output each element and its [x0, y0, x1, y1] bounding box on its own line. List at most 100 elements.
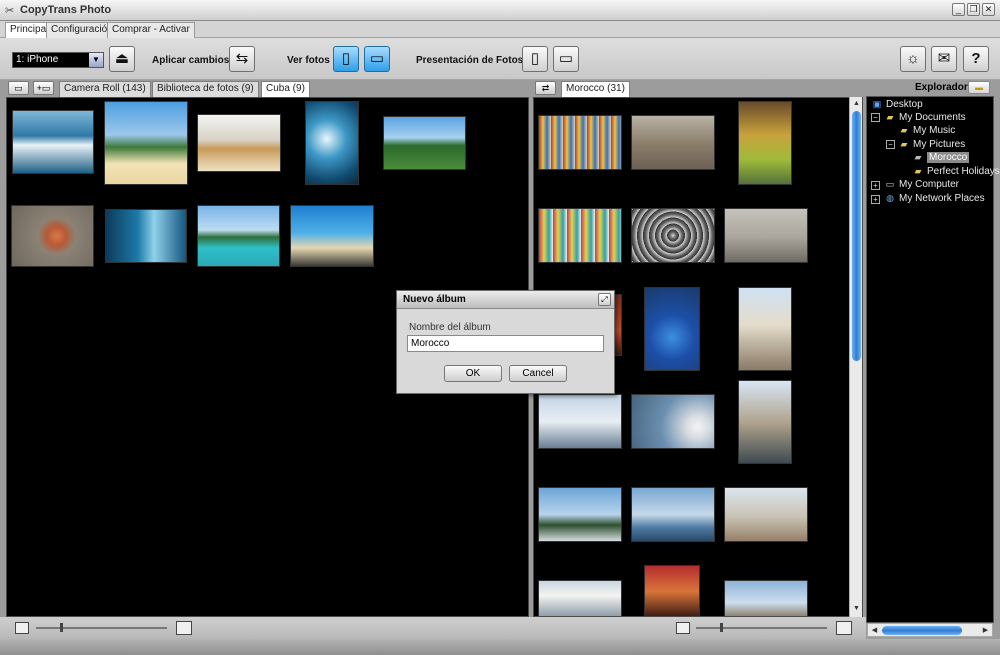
slideshow-pc-button[interactable]: ▭ — [553, 46, 579, 72]
photo-thumbnail[interactable] — [538, 208, 622, 263]
photo-thumbnail[interactable] — [11, 205, 94, 267]
photo-thumbnail[interactable] — [644, 287, 700, 371]
ipod-icon: ▯ — [530, 50, 540, 67]
app-icon: ✂ — [5, 5, 15, 17]
new-album-button[interactable]: +▭ — [33, 81, 54, 95]
photo-thumbnail[interactable] — [305, 101, 359, 185]
window-title: CopyTrans Photo — [20, 4, 112, 16]
tree-item-morocco[interactable]: ▰ Morocco — [912, 151, 970, 164]
transfer-direction-button[interactable]: ⇄ — [535, 81, 556, 95]
tab-comprar-activar[interactable]: Comprar - Activar — [107, 22, 195, 38]
photo-thumbnail[interactable] — [197, 205, 280, 267]
ipod-icon: ▯ — [341, 50, 351, 67]
apply-changes-button[interactable]: ⇆ — [229, 46, 255, 72]
tab-cuba[interactable]: Cuba (9) — [261, 81, 310, 97]
tree-item-perfect-holidays[interactable]: ▰ Perfect Holidays — [912, 165, 1000, 178]
photo-thumbnail[interactable] — [631, 115, 715, 170]
title-bar: ✂ CopyTrans Photo _ ❐ ✕ — [0, 0, 1000, 21]
scroll-down-icon[interactable]: ▼ — [851, 603, 862, 614]
slider-knob[interactable] — [60, 623, 63, 632]
right-zoom-slider[interactable] — [696, 623, 827, 632]
expand-icon[interactable]: + — [871, 181, 880, 190]
mail-icon: ✉ — [937, 50, 951, 67]
view-photos-label: Ver fotos — [287, 55, 330, 66]
folder-icon[interactable]: ▬ — [968, 81, 990, 94]
computer-icon: ▭ — [885, 179, 895, 189]
slideshow-ipod-button[interactable]: ▯ — [522, 46, 548, 72]
zoom-in-icon[interactable] — [176, 621, 192, 635]
photo-thumbnail[interactable] — [290, 205, 374, 267]
tab-morocco[interactable]: Morocco (31) — [561, 81, 630, 97]
photo-thumbnail[interactable] — [631, 487, 715, 542]
collapse-icon[interactable]: − — [871, 113, 880, 122]
folder-icon: ▰ — [914, 166, 922, 176]
photo-thumbnail[interactable] — [197, 114, 281, 172]
photo-thumbnail[interactable] — [738, 380, 792, 464]
tree-item-my-computer[interactable]: ▭ My Computer — [884, 178, 959, 191]
zoom-in-icon[interactable] — [836, 621, 852, 635]
tree-item-desktop[interactable]: ▣ Desktop — [871, 98, 923, 111]
scroll-right-icon[interactable]: ▶ — [980, 625, 991, 636]
close-button[interactable]: ✕ — [982, 3, 995, 16]
left-zoom-slider[interactable] — [36, 623, 167, 632]
folder-icon: ▰ — [900, 139, 908, 149]
photo-thumbnail[interactable] — [104, 101, 188, 185]
view-on-pc-button[interactable]: ▭ — [364, 46, 390, 72]
minimize-button[interactable]: _ — [952, 3, 965, 16]
album-name-input[interactable] — [407, 335, 604, 352]
main-tabs: Principal Configuración Comprar - Activa… — [0, 21, 1000, 38]
desktop-icon: ▣ — [872, 99, 882, 109]
scrollbar-thumb[interactable] — [882, 626, 962, 635]
chevron-down-icon[interactable]: ▼ — [89, 53, 103, 67]
scrollbar-thumb[interactable] — [852, 111, 861, 361]
expand-icon[interactable]: + — [871, 195, 880, 204]
photo-thumbnail[interactable] — [538, 394, 622, 449]
folder-tree-scrollbar[interactable]: ◀ ▶ — [867, 623, 993, 637]
dialog-close-button[interactable]: ⤢ — [598, 293, 611, 306]
photo-thumbnail[interactable] — [538, 115, 622, 170]
photo-thumbnail[interactable] — [105, 209, 187, 263]
scroll-up-icon[interactable]: ▲ — [851, 98, 862, 109]
zoom-bar — [0, 617, 866, 639]
view-on-ipod-button[interactable]: ▯ — [333, 46, 359, 72]
tab-photo-library[interactable]: Biblioteca de fotos (9) — [152, 81, 259, 97]
tree-item-my-pictures[interactable]: ▰ My Pictures — [898, 138, 966, 151]
cancel-button[interactable]: Cancel — [509, 365, 567, 382]
monitor-icon: ▭ — [369, 50, 385, 67]
tab-camera-roll[interactable]: Camera Roll (143) — [59, 81, 151, 97]
restore-button[interactable]: ❐ — [967, 3, 980, 16]
device-select[interactable]: 1: iPhone ▼ — [12, 52, 104, 68]
collapse-albums-button[interactable]: ▭ — [8, 81, 29, 95]
monitor-icon: ▭ — [558, 50, 574, 67]
network-icon: ◍ — [886, 193, 894, 203]
photo-thumbnail[interactable] — [724, 208, 808, 263]
collapse-icon[interactable]: − — [886, 140, 895, 149]
slider-knob[interactable] — [720, 623, 723, 632]
photo-thumbnail[interactable] — [631, 208, 715, 263]
tips-button[interactable]: ☼ — [900, 46, 926, 72]
ok-button[interactable]: OK — [444, 365, 502, 382]
zoom-out-icon[interactable] — [15, 622, 29, 634]
photo-thumbnail[interactable] — [738, 287, 792, 371]
photo-thumbnail[interactable] — [738, 101, 792, 185]
photo-thumbnail[interactable] — [383, 116, 466, 170]
lightbulb-icon: ☼ — [906, 50, 920, 67]
zoom-out-icon[interactable] — [676, 622, 690, 634]
pc-photos-scrollbar[interactable]: ▲ ▼ — [849, 97, 862, 617]
photo-thumbnail[interactable] — [538, 487, 622, 542]
photo-thumbnail[interactable] — [538, 580, 622, 616]
photo-thumbnail[interactable] — [724, 487, 808, 542]
help-button[interactable]: ? — [963, 46, 989, 72]
tree-item-my-network-places[interactable]: ◍ My Network Places — [884, 192, 985, 205]
scroll-left-icon[interactable]: ◀ — [869, 625, 880, 636]
mail-button[interactable]: ✉ — [931, 46, 957, 72]
photo-thumbnail[interactable] — [724, 580, 808, 616]
tree-item-my-documents[interactable]: ▰ My Documents — [884, 111, 966, 124]
photo-thumbnail[interactable] — [631, 394, 715, 449]
photo-thumbnail[interactable] — [12, 110, 94, 174]
folder-tree: ▣ Desktop − ▰ My Documents ▰ My Music − ▰ My… — [866, 96, 1000, 623]
tree-item-my-music[interactable]: ▰ My Music — [898, 124, 956, 137]
photo-thumbnail[interactable] — [644, 565, 700, 616]
eject-button[interactable]: ⏏ — [109, 46, 135, 72]
toolbar: 1: iPhone ▼ ⏏ Aplicar cambios ⇆ Ver foto… — [0, 38, 1000, 80]
